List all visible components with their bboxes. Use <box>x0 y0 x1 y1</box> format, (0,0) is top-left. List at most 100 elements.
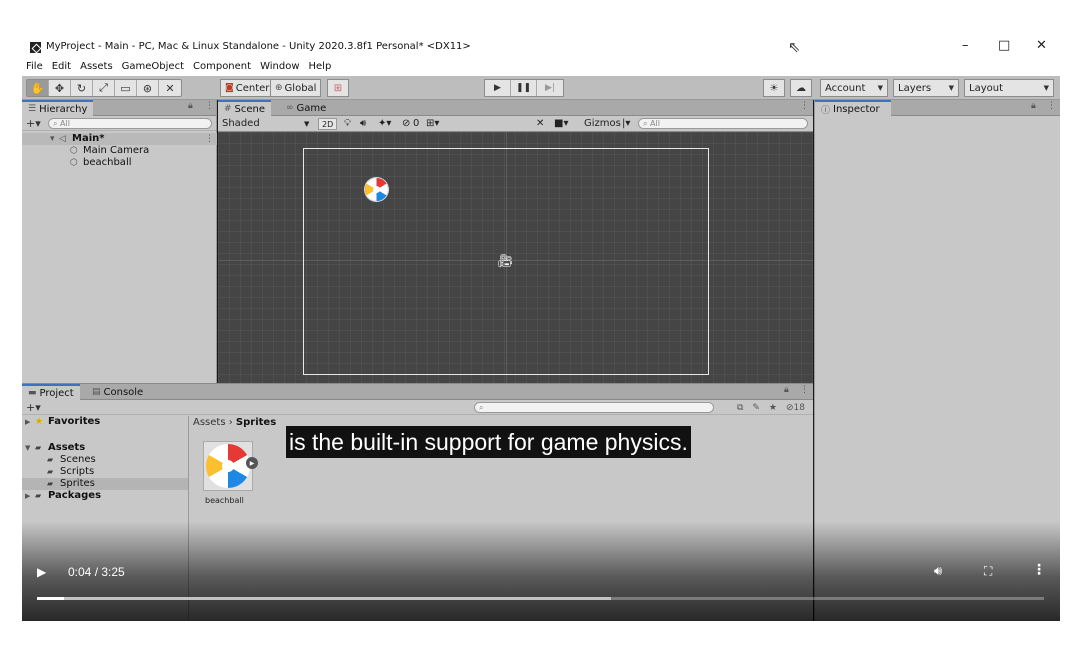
pivot-button[interactable]: ◙ Center <box>220 79 275 97</box>
cloud-icon[interactable]: ☁ <box>790 79 812 97</box>
beachball-sprite[interactable] <box>365 178 388 201</box>
layers-label: Layers <box>898 82 932 94</box>
hierarchy-search-row: +▾ ⌕ All <box>22 116 216 131</box>
custom-tool-icon[interactable]: ✕ <box>159 80 181 96</box>
favorites-row[interactable]: ▶ ★ Favorites <box>22 416 188 428</box>
scene-row[interactable]: ▾ ◁ Main* ⋮ <box>22 133 217 145</box>
gizmos-dropdown[interactable]: Gizmos <box>584 118 621 129</box>
expand-sprite-icon[interactable]: ▶ <box>246 457 258 469</box>
kebab-menu-icon[interactable]: ⋮ <box>1047 101 1056 111</box>
lock-icon[interactable]: 🔒︎ <box>188 101 193 111</box>
more-options-icon[interactable]: ⋮ <box>1032 562 1046 578</box>
expand-arrow-icon[interactable]: ▶ <box>25 490 30 502</box>
space-button[interactable]: ⊕ Global <box>270 79 322 97</box>
hierarchy-item-label: beachball <box>83 157 132 168</box>
add-icon[interactable]: +▾ <box>26 117 41 130</box>
move-icon[interactable]: ✥ <box>49 80 71 96</box>
favorite-star-icon[interactable]: ★ <box>769 403 777 413</box>
hierarchy-item[interactable]: ⬡ beachball <box>22 157 217 169</box>
hierarchy-search-input[interactable]: ⌕ All <box>48 118 212 129</box>
menu-assets[interactable]: Assets <box>80 61 113 75</box>
rotate-icon[interactable]: ↻ <box>71 80 93 96</box>
breadcrumb-root[interactable]: Assets <box>193 417 226 428</box>
asset-label: beachball <box>205 496 244 505</box>
transform-icon[interactable]: ⊛ <box>137 80 159 96</box>
folder-open-icon: ▰ <box>35 443 42 452</box>
folder-icon: ▬ <box>28 388 37 398</box>
expand-arrow-icon[interactable]: ▼ <box>25 442 30 454</box>
account-dropdown[interactable]: Account ▼ <box>820 79 888 97</box>
camera-settings-icon[interactable]: ■▾ <box>554 118 568 129</box>
pivot-label: Center <box>235 82 270 94</box>
visibility-icon[interactable]: ⊘ <box>402 118 410 129</box>
tools-icon[interactable]: ✕ <box>536 118 544 129</box>
menu-file[interactable]: File <box>26 61 43 75</box>
menu-help[interactable]: Help <box>309 61 332 75</box>
tab-scene[interactable]: # Scene <box>218 100 272 116</box>
video-player[interactable]: ✋ ✥ ↻ ⤢ ▭ ⊛ ✕ ◙ Center ⊕ Global ⊞ ▶ ❚❚ ▶… <box>22 76 1060 621</box>
kebab-menu-icon[interactable]: ⋮ <box>205 101 214 111</box>
folder-item[interactable]: ▰ Scripts <box>22 466 188 478</box>
layout-dropdown[interactable]: Layout ▼ <box>964 79 1054 97</box>
shading-mode-dropdown[interactable]: Shaded <box>222 118 260 129</box>
asset-thumbnail[interactable]: ▶ <box>203 441 258 491</box>
lighting-icon[interactable]: 💡︎ <box>344 118 351 129</box>
hand-icon[interactable]: ✋ <box>27 80 49 96</box>
play-icon[interactable]: ▶ <box>37 565 46 579</box>
menu-component[interactable]: Component <box>193 61 251 75</box>
folder-item[interactable]: ▰ Scenes <box>22 454 188 466</box>
assets-row[interactable]: ▼ ▰ Assets <box>22 442 188 454</box>
volume-icon[interactable]: 🔊︎ <box>934 564 942 579</box>
scale-icon[interactable]: ⤢ <box>93 80 115 96</box>
snap-icon[interactable]: ⊞ <box>327 79 349 97</box>
close-button[interactable]: ✕ <box>1036 38 1047 53</box>
maximize-button[interactable]: □ <box>998 38 1010 53</box>
kebab-menu-icon[interactable]: ⋮ <box>205 133 214 145</box>
play-icon[interactable]: ▶ <box>485 80 511 96</box>
tab-game[interactable]: ∞ Game <box>280 100 332 116</box>
tab-project[interactable]: ▬ Project <box>22 384 80 400</box>
layers-dropdown[interactable]: Layers ▼ <box>893 79 959 97</box>
step-icon[interactable]: ▶| <box>537 80 563 96</box>
menu-gameobject[interactable]: GameObject <box>122 61 184 75</box>
expand-arrow-icon[interactable]: ▾ <box>50 133 55 145</box>
project-search-input[interactable]: ⌕ <box>474 402 714 413</box>
filter-type-icon[interactable]: ⧉ <box>737 403 743 413</box>
breadcrumb-current[interactable]: Sprites <box>236 417 276 428</box>
tab-hierarchy[interactable]: ☰ Hierarchy <box>22 100 94 116</box>
menu-window[interactable]: Window <box>260 61 299 75</box>
lock-icon[interactable]: 🔒︎ <box>784 385 789 395</box>
pause-icon[interactable]: ❚❚ <box>511 80 537 96</box>
scene-tab-label: Scene <box>234 103 266 115</box>
expand-arrow-icon[interactable]: ▶ <box>25 416 30 428</box>
screen: MyProject - Main - PC, Mac & Linux Stand… <box>0 0 1080 645</box>
collab-icon[interactable]: ☀ <box>763 79 785 97</box>
rect-icon[interactable]: ▭ <box>115 80 137 96</box>
packages-row[interactable]: ▶ ▰ Packages <box>22 490 188 502</box>
kebab-menu-icon[interactable]: ⋮ <box>800 101 809 111</box>
scene-search-input[interactable]: ⌕ All <box>638 118 808 129</box>
hidden-packages-count[interactable]: ⊘18 <box>786 403 805 413</box>
hierarchy-item[interactable]: ⬡ Main Camera <box>22 145 217 157</box>
controls-gradient <box>22 521 1060 621</box>
2d-toggle[interactable]: 2D <box>318 118 338 130</box>
menu-edit[interactable]: Edit <box>52 61 71 75</box>
tab-inspector[interactable]: ⓘ Inspector <box>815 100 891 116</box>
tab-console[interactable]: ▤ Console <box>86 384 149 400</box>
add-icon[interactable]: +▾ <box>26 401 41 414</box>
camera-gizmo-icon[interactable]: 🎥︎ <box>497 254 514 269</box>
hierarchy-panel: ☰ Hierarchy 🔒︎ ⋮ +▾ ⌕ All ▾ ◁ Main* ⋮ ⬡ … <box>22 100 217 383</box>
folder-item[interactable]: ▰ Sprites <box>22 478 188 490</box>
lock-icon[interactable]: 🔒︎ <box>1031 101 1036 111</box>
fullscreen-icon[interactable]: ⛶ <box>984 564 992 579</box>
grid-snap-icon[interactable]: ⊞▾ <box>426 118 439 129</box>
scene-viewport[interactable]: 🎥︎ <box>218 132 813 383</box>
gameobject-cube-icon: ⬡ <box>70 158 78 168</box>
filter-label-icon[interactable]: ✎ <box>752 403 760 413</box>
kebab-menu-icon[interactable]: ⋮ <box>800 385 809 395</box>
seek-bar[interactable] <box>37 597 1044 600</box>
minimize-button[interactable]: – <box>962 38 969 53</box>
effects-icon[interactable]: ✦▾ <box>378 118 391 129</box>
audio-icon[interactable]: 🔊︎ <box>360 118 366 129</box>
